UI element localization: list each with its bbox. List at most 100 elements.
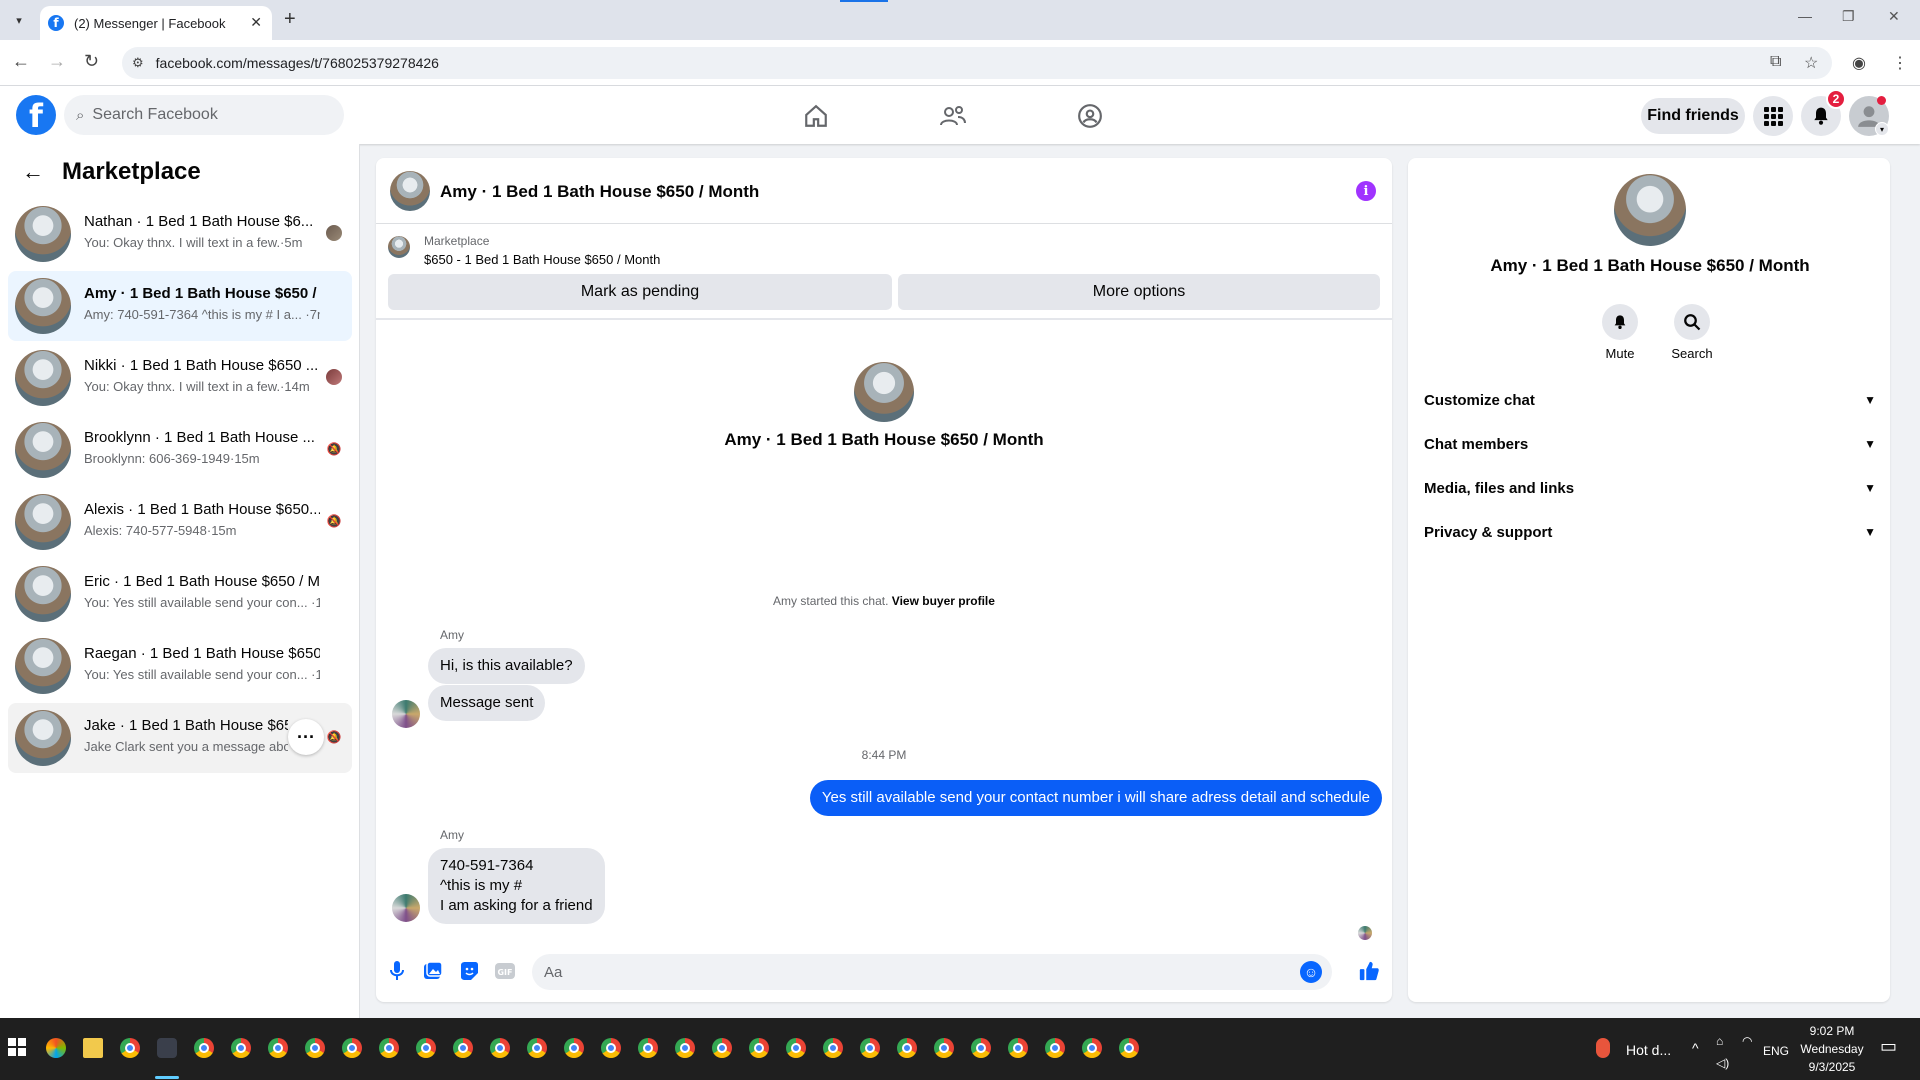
chrome-taskbar-icon[interactable]	[490, 1038, 510, 1058]
chrome-taskbar-icon[interactable]	[934, 1038, 954, 1058]
conversation-item-nikki[interactable]: Nikki · 1 Bed 1 Bath House $650 ... You:…	[8, 343, 352, 413]
chrome-taskbar-icon[interactable]	[1082, 1038, 1102, 1058]
info-listing-thumbnail[interactable]	[1614, 174, 1686, 246]
meet-now-icon[interactable]: ⌂	[1716, 1034, 1723, 1048]
listing-summary[interactable]: $650 - 1 Bed 1 Bath House $650 / Month	[424, 252, 660, 267]
message-input-box[interactable]: ☺	[532, 954, 1332, 990]
mark-as-pending-button[interactable]: Mark as pending	[388, 274, 892, 310]
find-friends-button[interactable]: Find friends	[1641, 98, 1745, 134]
facebook-search-box[interactable]: ⌕	[64, 95, 344, 135]
conversation-item-alexis[interactable]: Alexis · 1 Bed 1 Bath House $650... Alex…	[8, 487, 352, 557]
chrome-taskbar-icon[interactable]	[897, 1038, 917, 1058]
chrome-taskbar-icon[interactable]	[1119, 1038, 1139, 1058]
clock-day[interactable]: Wednesday	[1796, 1042, 1868, 1056]
view-buyer-profile-link[interactable]: View buyer profile	[892, 594, 995, 608]
more-options-ellipsis-icon[interactable]: ···	[288, 719, 324, 755]
chrome-taskbar-icon[interactable]	[749, 1038, 769, 1058]
facebook-logo-icon[interactable]: f	[16, 95, 56, 135]
emoji-icon[interactable]: ☺	[1300, 961, 1322, 983]
sticker-icon[interactable]	[458, 960, 480, 982]
chrome-taskbar-icon[interactable]	[453, 1038, 473, 1058]
chrome-taskbar-icon[interactable]	[971, 1038, 991, 1058]
windows-start-icon[interactable]	[8, 1038, 26, 1056]
chat-members-row[interactable]: Chat members ▼	[1424, 426, 1876, 462]
incoming-message[interactable]: Hi, is this available?	[428, 648, 585, 684]
sender-avatar[interactable]	[392, 700, 420, 728]
close-tab-icon[interactable]: ✕	[250, 14, 262, 31]
tab-list-chevron-icon[interactable]: ▾	[8, 9, 30, 31]
chat-title[interactable]: Amy · 1 Bed 1 Bath House $650 / Month	[440, 182, 759, 202]
copilot-icon[interactable]	[46, 1038, 66, 1058]
more-options-button[interactable]: More options	[898, 274, 1380, 310]
active-app-icon[interactable]	[157, 1038, 177, 1058]
address-bar[interactable]: ⚙ facebook.com/messages/t/76802537927842…	[122, 47, 1832, 79]
minimize-window-icon[interactable]: —	[1798, 8, 1812, 24]
bell-icon[interactable]	[1602, 304, 1638, 340]
chrome-taskbar-icon[interactable]	[416, 1038, 436, 1058]
privacy-support-row[interactable]: Privacy & support ▼	[1424, 514, 1876, 550]
profile-icon[interactable]: ◉	[1852, 53, 1866, 73]
clock-date[interactable]: 9/3/2025	[1804, 1060, 1860, 1074]
conversation-item-amy[interactable]: Amy · 1 Bed 1 Bath House $650 / ... Amy:…	[8, 271, 352, 341]
incoming-message[interactable]: Message sent	[428, 685, 546, 721]
back-arrow-icon[interactable]: ←	[22, 159, 44, 185]
conversation-item-brooklynn[interactable]: Brooklynn · 1 Bed 1 Bath House ... Brook…	[8, 415, 352, 485]
thumbs-up-icon[interactable]	[1358, 960, 1380, 982]
chrome-taskbar-icon[interactable]	[268, 1038, 288, 1058]
photo-icon[interactable]	[422, 960, 444, 982]
media-files-links-row[interactable]: Media, files and links ▼	[1424, 470, 1876, 506]
language-indicator[interactable]: ENG	[1763, 1044, 1789, 1058]
chat-listing-thumbnail[interactable]	[390, 171, 430, 211]
chrome-taskbar-icon[interactable]	[527, 1038, 547, 1058]
search-input[interactable]	[92, 106, 293, 124]
close-window-icon[interactable]: ✕	[1888, 8, 1900, 25]
chrome-taskbar-icon[interactable]	[342, 1038, 362, 1058]
weather-text[interactable]: Hot d...	[1626, 1042, 1671, 1058]
site-info-icon[interactable]: ⚙	[132, 55, 144, 71]
browser-menu-icon[interactable]: ⋮	[1892, 53, 1908, 73]
microphone-icon[interactable]	[386, 960, 408, 982]
chrome-taskbar-icon[interactable]	[823, 1038, 843, 1058]
chrome-taskbar-icon[interactable]	[601, 1038, 621, 1058]
home-nav-icon[interactable]	[796, 96, 836, 136]
account-chevron-down-icon[interactable]: ▾	[1875, 122, 1889, 136]
chrome-taskbar-icon[interactable]	[860, 1038, 880, 1058]
back-arrow-icon[interactable]: ←	[12, 51, 30, 72]
file-explorer-icon[interactable]	[83, 1038, 103, 1058]
install-app-icon[interactable]: ⧉	[1770, 53, 1781, 71]
chrome-taskbar-icon[interactable]	[194, 1038, 214, 1058]
network-wifi-icon[interactable]: ◠	[1742, 1034, 1752, 1048]
url-text[interactable]: facebook.com/messages/t/768025379278426	[156, 55, 439, 71]
customize-chat-row[interactable]: Customize chat ▼	[1424, 382, 1876, 418]
conversation-item-raegan[interactable]: Raegan · 1 Bed 1 Bath House $650 ... You…	[8, 631, 352, 701]
chrome-taskbar-icon[interactable]	[305, 1038, 325, 1058]
conversation-item-jake[interactable]: Jake · 1 Bed 1 Bath House $650 Jake Clar…	[8, 703, 352, 773]
chrome-taskbar-icon[interactable]	[638, 1038, 658, 1058]
browser-tab-messenger[interactable]: f (2) Messenger | Facebook ✕	[40, 6, 272, 40]
chrome-taskbar-icon[interactable]	[379, 1038, 399, 1058]
incoming-message-multiline[interactable]: 740-591-7364 ^this is my # I am asking f…	[428, 848, 605, 924]
search-action[interactable]: Search	[1662, 304, 1722, 361]
message-input[interactable]	[544, 963, 1284, 981]
weather-thermometer-icon[interactable]	[1596, 1038, 1610, 1058]
chrome-taskbar-icon[interactable]	[786, 1038, 806, 1058]
reload-icon[interactable]: ↻	[84, 51, 99, 72]
conversation-item-nathan[interactable]: Nathan · 1 Bed 1 Bath House $6... You: O…	[8, 199, 352, 269]
friends-nav-icon[interactable]	[933, 96, 973, 136]
chrome-taskbar-icon[interactable]	[675, 1038, 695, 1058]
mute-action[interactable]: Mute	[1590, 304, 1650, 361]
chrome-taskbar-icon[interactable]	[712, 1038, 732, 1058]
chrome-taskbar-icon[interactable]	[120, 1038, 140, 1058]
groups-nav-icon[interactable]	[1070, 96, 1110, 136]
chrome-taskbar-icon[interactable]	[564, 1038, 584, 1058]
chrome-taskbar-icon[interactable]	[1045, 1038, 1065, 1058]
menu-grid-icon[interactable]	[1753, 96, 1793, 136]
volume-icon[interactable]: ◁)	[1716, 1056, 1729, 1070]
chrome-taskbar-icon[interactable]	[231, 1038, 251, 1058]
tray-chevron-up-icon[interactable]: ^	[1692, 1040, 1699, 1056]
sender-avatar[interactable]	[392, 894, 420, 922]
search-icon[interactable]	[1674, 304, 1710, 340]
new-tab-plus-icon[interactable]: +	[284, 8, 296, 31]
restore-window-icon[interactable]: ❐	[1842, 8, 1855, 25]
conversation-item-eric[interactable]: Eric · 1 Bed 1 Bath House $650 / M... Yo…	[8, 559, 352, 629]
